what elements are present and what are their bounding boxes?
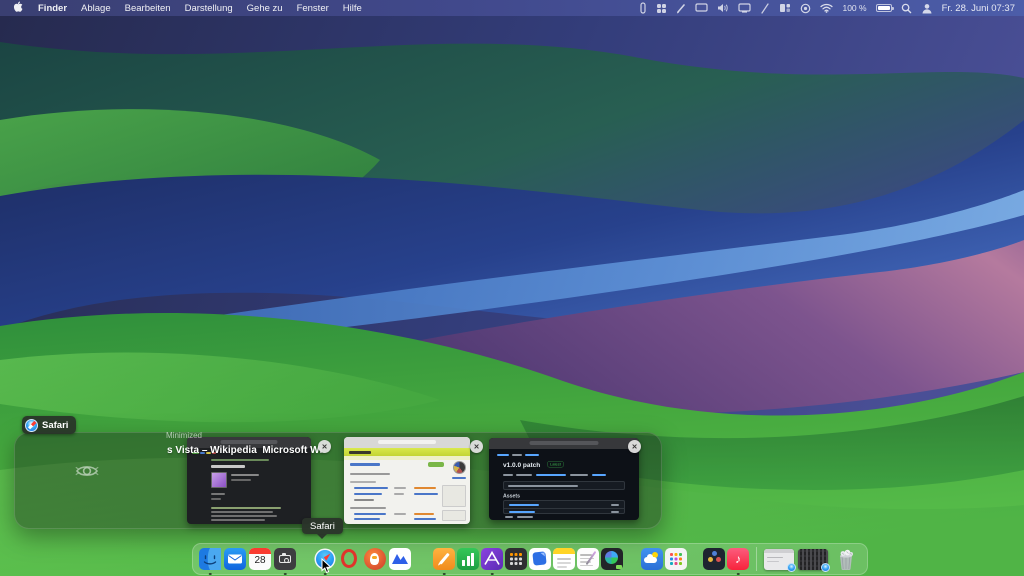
dock-blue-doc-icon[interactable] [529, 548, 551, 570]
menu-bar: Finder Ablage Bearbeiten Darstellung Geh… [0, 0, 1024, 16]
dock-screenshot-icon[interactable] [274, 548, 296, 570]
dock-separator [756, 547, 757, 571]
dock-minimized-window-light[interactable] [764, 549, 794, 570]
safari-icon [25, 419, 38, 432]
dock: JUNI 28 [192, 543, 868, 575]
calendar-day: 28 [249, 555, 271, 566]
dock-launchpad-icon[interactable] [665, 548, 687, 570]
pencil-icon[interactable] [676, 3, 686, 14]
release-latest-badge: Latest [547, 461, 564, 468]
thumb2-titlebar [344, 437, 470, 448]
window-thumbnail-github-release[interactable]: v1.0.0 patch Latest Assets [489, 438, 639, 520]
menu-ablage[interactable]: Ablage [81, 3, 111, 14]
dock-pages-icon[interactable] [433, 548, 455, 570]
menu-hilfe[interactable]: Hilfe [343, 3, 362, 14]
dock-vpn-icon[interactable] [389, 548, 411, 570]
cloud-glyph [644, 557, 657, 563]
safari-badge-icon [821, 563, 830, 572]
spotlight-icon[interactable] [901, 3, 912, 14]
menu-fenster[interactable]: Fenster [297, 3, 329, 14]
dock-calculator-icon[interactable] [505, 548, 527, 570]
pen-glyph [439, 553, 449, 565]
mouse-cursor [321, 558, 332, 574]
dock-music-icon[interactable]: ♪ [727, 548, 749, 570]
display-icon[interactable] [695, 3, 708, 13]
battery-percent: 100 % [842, 3, 866, 13]
assets-label: Assets [503, 493, 520, 499]
release-title: v1.0.0 patch [503, 462, 540, 469]
user-switch-icon[interactable] [921, 3, 933, 14]
dock-opera-icon[interactable] [339, 548, 361, 570]
dock-weather-icon[interactable] [641, 548, 663, 570]
window-layout-icon[interactable] [779, 3, 791, 13]
safari-badge-icon [787, 563, 796, 572]
menu-gehe-zu[interactable]: Gehe zu [247, 3, 283, 14]
dock-tooltip-label: Safari [310, 521, 335, 532]
stylus-icon[interactable] [760, 3, 770, 14]
menu-darstellung[interactable]: Darstellung [185, 3, 233, 14]
expose-app-label: Safari [42, 420, 68, 431]
hidden-eye-icon [74, 459, 100, 483]
dock-mail-icon[interactable] [224, 548, 246, 570]
close-window-button[interactable]: ✕ [318, 440, 331, 453]
volume-icon[interactable] [717, 3, 729, 13]
thumb3-titlebar [489, 438, 639, 449]
window-thumbnail-light-forum[interactable] [344, 437, 470, 524]
dock-pinwheel-utility-icon[interactable] [601, 548, 623, 570]
expose-app-tag: Safari [22, 416, 76, 434]
thumb2-avatar [453, 461, 466, 474]
close-window-button[interactable]: ✕ [628, 440, 641, 453]
dock-minimized-window-keyboard[interactable] [798, 549, 828, 570]
opera-ring [341, 549, 357, 568]
dock-trash-icon[interactable] [834, 548, 858, 570]
dock-textedit-icon[interactable] [577, 548, 599, 570]
menu-app-name[interactable]: Finder [38, 3, 67, 14]
thumb1-image [211, 472, 227, 488]
dock-finder-icon[interactable] [199, 548, 221, 570]
battery-icon[interactable] [876, 4, 892, 12]
dock-tooltip: Safari [302, 518, 343, 534]
camera-icon [279, 555, 291, 563]
record-circle-icon[interactable] [800, 3, 811, 14]
dock-calendar-icon[interactable]: JUNI 28 [249, 548, 271, 570]
dock-davinci-resolve-icon[interactable] [703, 548, 725, 570]
dots-grid-icon[interactable] [656, 3, 667, 14]
close-window-button[interactable]: ✕ [470, 440, 483, 453]
thumb2-green-button [428, 462, 444, 467]
menu-bearbeiten[interactable]: Bearbeiten [125, 3, 171, 14]
dock-purple-graphics-icon[interactable] [481, 548, 503, 570]
pill-icon[interactable] [639, 2, 647, 14]
desktop: Finder Ablage Bearbeiten Darstellung Geh… [0, 0, 1024, 576]
dock-notes-icon[interactable] [553, 548, 575, 570]
wifi-icon[interactable] [820, 3, 833, 13]
expose-window-title: s Vista – Wikipedia Microsoft Wi [167, 445, 322, 456]
menu-clock[interactable]: Fr. 28. Juni 07:37 [942, 3, 1015, 14]
calendar-month: JUNI [249, 548, 271, 554]
apple-menu-icon[interactable] [13, 0, 24, 16]
dock-duckduckgo-icon[interactable] [364, 548, 386, 570]
screen-mirroring-icon[interactable] [738, 3, 751, 13]
minimized-section-label: Minimized [166, 431, 202, 440]
dock-numbers-icon[interactable] [457, 548, 479, 570]
